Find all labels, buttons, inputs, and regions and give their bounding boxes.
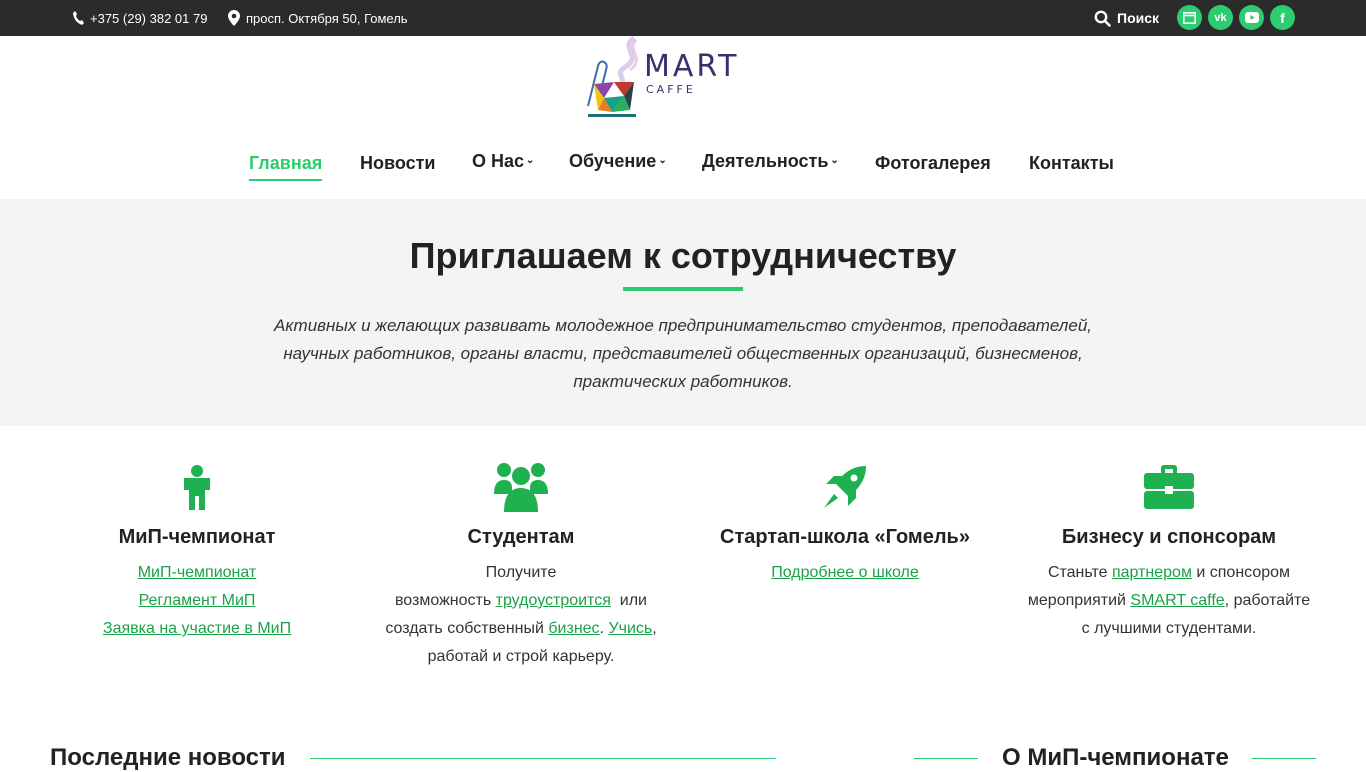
section-divider	[1252, 758, 1316, 759]
briefcase-icon	[1019, 462, 1319, 512]
logo-text: MART	[644, 49, 739, 84]
study-link[interactable]: Учись	[608, 620, 652, 637]
phone-contact[interactable]: +375 (29) 382 01 79	[72, 0, 207, 36]
partner-link[interactable]: партнером	[1112, 564, 1192, 581]
invite-section: Приглашаем к сотрудничеству Активных и ж…	[0, 199, 1366, 426]
feature-title: Студентам	[467, 526, 575, 548]
feature-title: Стартап-школа «Гомель»	[720, 526, 970, 548]
address-text: просп. Октября 50, Гомель	[246, 10, 408, 26]
invite-text: Активных и желающих развивать молодежное…	[274, 316, 1092, 391]
section-divider	[310, 758, 776, 759]
phone-icon	[72, 10, 84, 26]
championship-link[interactable]: МиП-чемпионат	[138, 564, 257, 581]
chevron-down-icon: ⌄	[830, 155, 839, 166]
search-button[interactable]: Поиск	[1094, 0, 1159, 36]
application-link[interactable]: Заявка на участие в МиП	[103, 620, 291, 637]
school-details-link[interactable]: Подробнее о школе	[771, 564, 919, 581]
feature-startup-school: Стартап-школа «Гомель» Подробнее о школе	[695, 462, 995, 587]
nav-gallery[interactable]: Фотогалерея	[875, 153, 991, 174]
phone-number: +375 (29) 382 01 79	[90, 10, 208, 26]
nav-education[interactable]: Обучение ⌄	[569, 151, 667, 172]
group-icon	[371, 462, 671, 512]
address-contact[interactable]: просп. Октября 50, Гомель	[228, 0, 408, 36]
feature-students: Студентам Получите возможность трудоустр…	[371, 462, 671, 671]
facebook-icon[interactable]: f	[1270, 5, 1295, 30]
feature-title: МиП-чемпионат	[118, 526, 276, 548]
employment-link[interactable]: трудоустроится	[496, 592, 611, 609]
regulations-link[interactable]: Регламент МиП	[139, 592, 256, 609]
smart-caffe-logo[interactable]: MART CAFFE	[574, 35, 794, 122]
rocket-icon	[695, 462, 995, 512]
title-underline	[623, 287, 743, 291]
site-header: MART CAFFE Главная Новости О Нас ⌄ Обучен…	[0, 35, 1366, 199]
feature-championship: МиП-чемпионат МиП-чемпионат Регламент Ми…	[77, 462, 317, 643]
logo-subtext: CAFFE	[646, 83, 696, 96]
chevron-down-icon: ⌄	[526, 155, 535, 166]
search-icon	[1094, 10, 1111, 27]
nav-about[interactable]: О Нас ⌄	[472, 151, 534, 172]
invite-title: Приглашаем к сотрудничеству	[409, 235, 957, 276]
person-icon	[77, 462, 317, 512]
nav-contacts[interactable]: Контакты	[1029, 153, 1114, 174]
section-divider	[914, 758, 978, 759]
nav-news[interactable]: Новости	[360, 153, 435, 174]
chevron-down-icon: ⌄	[658, 155, 667, 166]
nav-home[interactable]: Главная	[249, 153, 323, 181]
business-link[interactable]: бизнес	[548, 620, 599, 637]
feature-title: Бизнесу и спонсорам	[1061, 526, 1277, 548]
main-navigation: Главная Новости О Нас ⌄ Обучение ⌄ Деятель…	[0, 151, 1366, 193]
nav-activity[interactable]: Деятельность ⌄	[702, 151, 839, 172]
browser-icon[interactable]	[1177, 5, 1202, 30]
vk-icon[interactable]: vk	[1208, 5, 1233, 30]
feature-sponsors: Бизнесу и спонсорам Станьте партнером и …	[1019, 462, 1319, 643]
search-label: Поиск	[1117, 10, 1160, 26]
youtube-icon[interactable]	[1239, 5, 1264, 30]
smart-caffe-link[interactable]: SMART caffe	[1130, 592, 1224, 609]
location-pin-icon	[228, 10, 240, 26]
social-links: vk f	[1177, 5, 1295, 30]
top-bar: +375 (29) 382 01 79 просп. Октября 50, Г…	[0, 0, 1366, 36]
